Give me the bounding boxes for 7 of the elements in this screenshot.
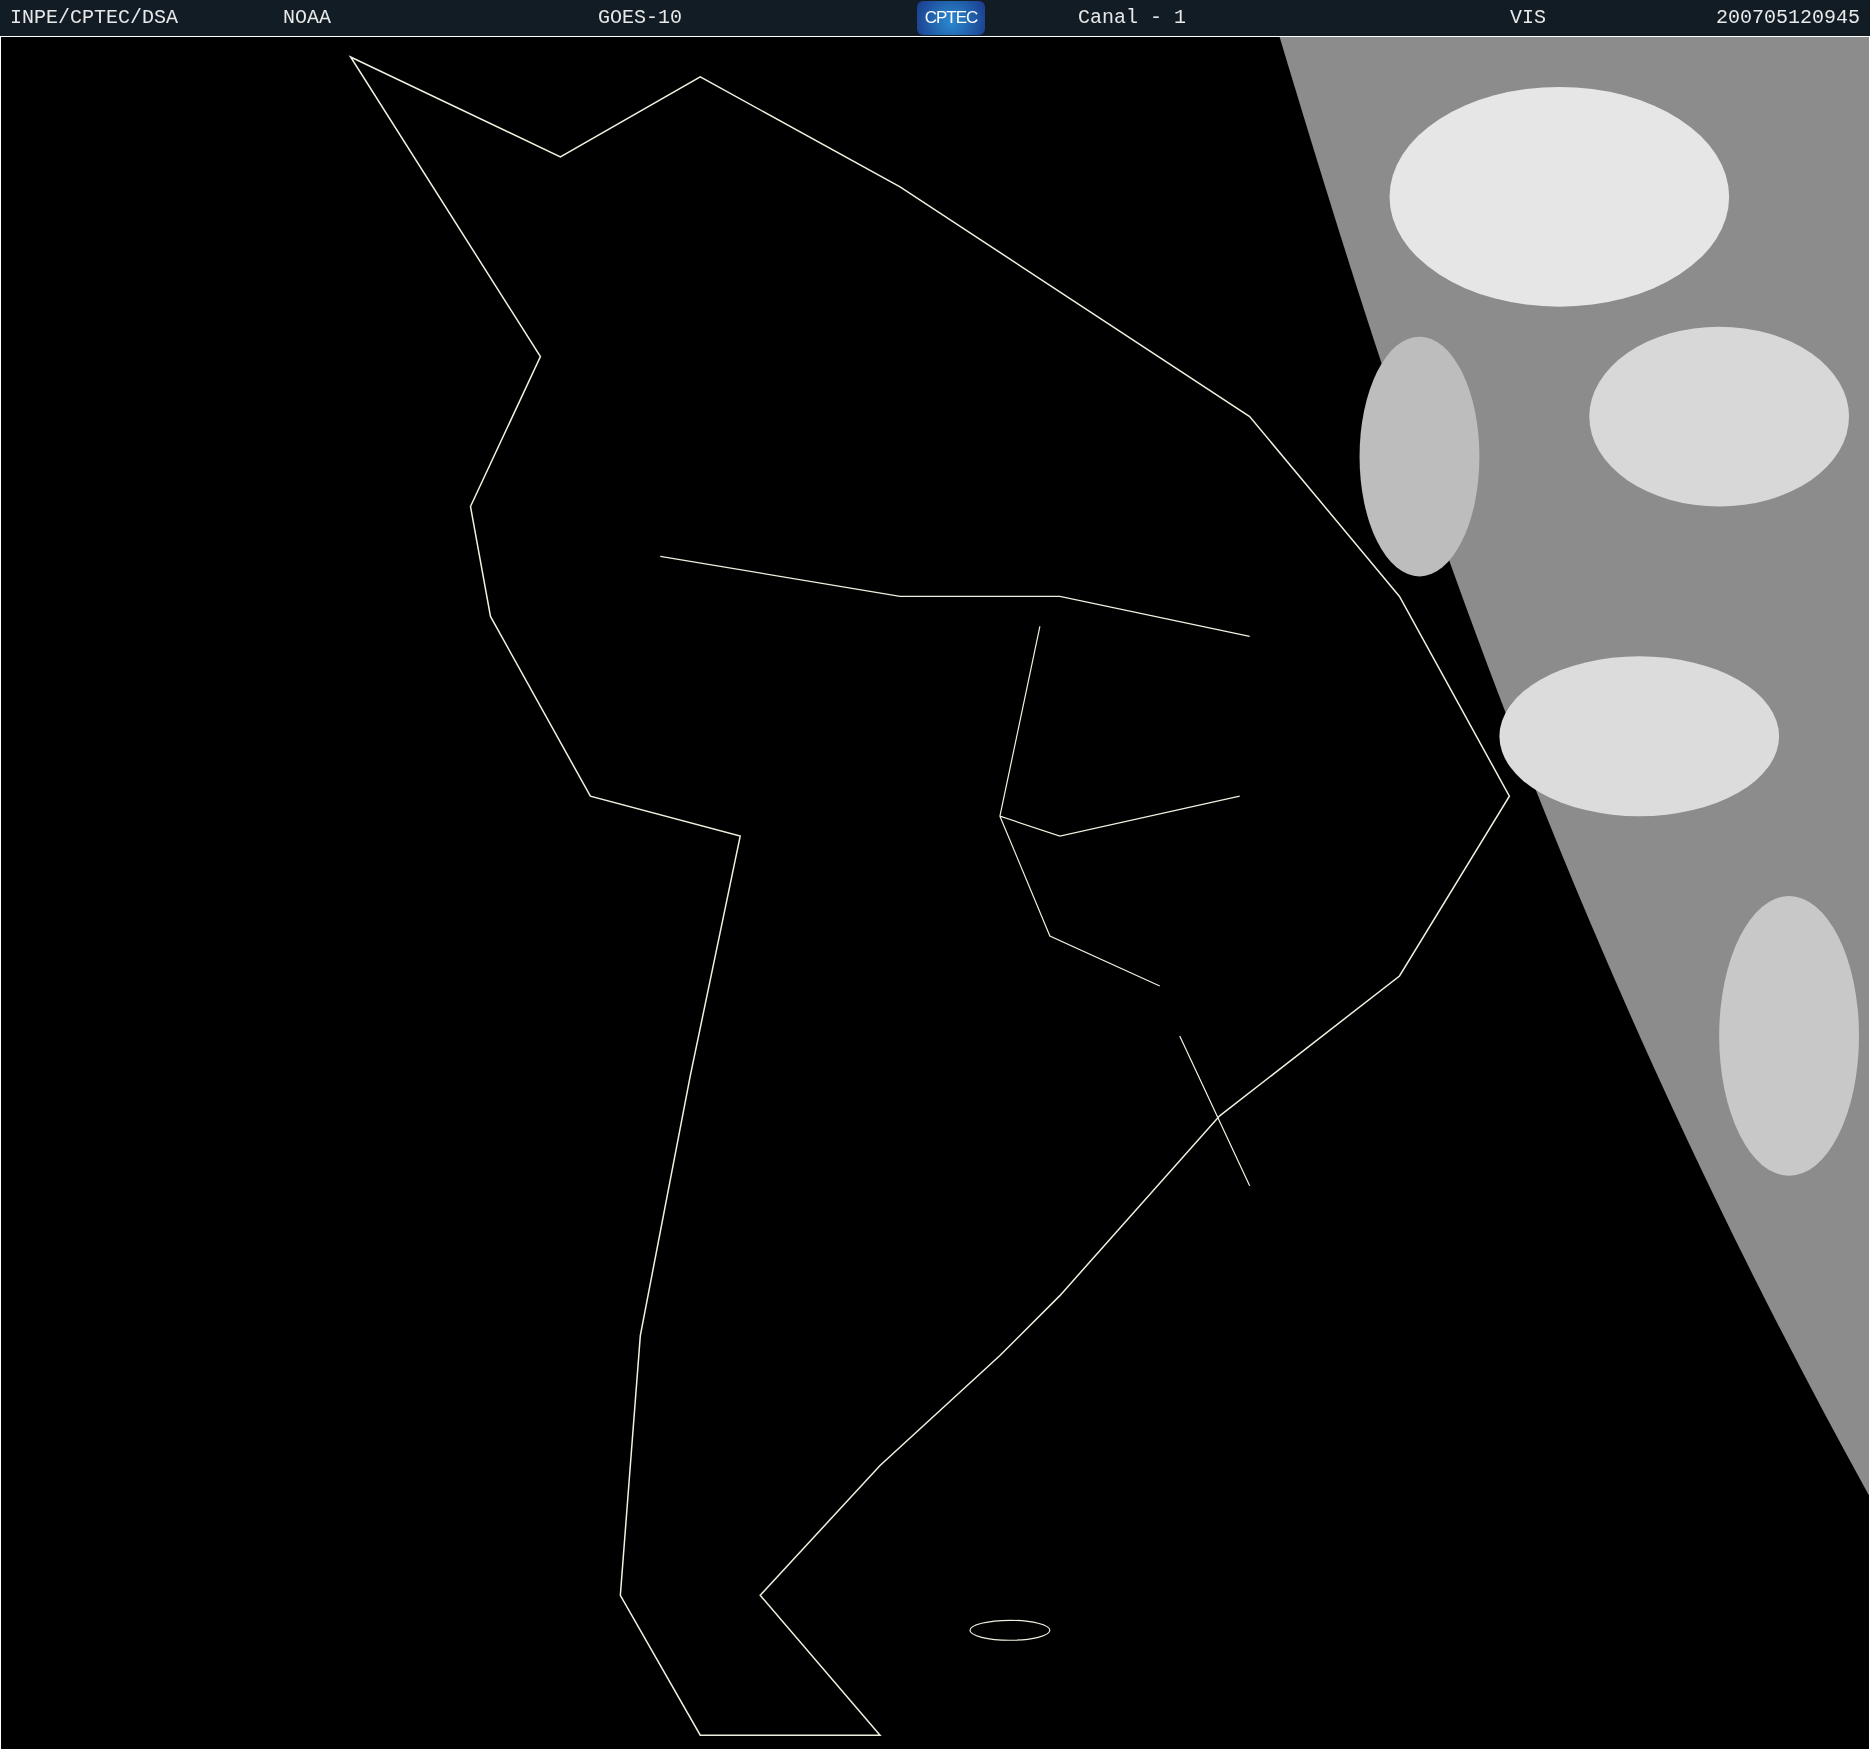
channel-label: Canal - 1 bbox=[1078, 6, 1187, 30]
satellite-label: GOES-10 bbox=[598, 6, 682, 30]
source-label: INPE/CPTEC/DSA bbox=[10, 6, 179, 30]
logo: CPTEC bbox=[917, 0, 985, 35]
timestamp-label: 200705120945 bbox=[1715, 6, 1860, 30]
band-label: VIS bbox=[1510, 6, 1546, 30]
agency-label: NOAA bbox=[283, 6, 331, 30]
